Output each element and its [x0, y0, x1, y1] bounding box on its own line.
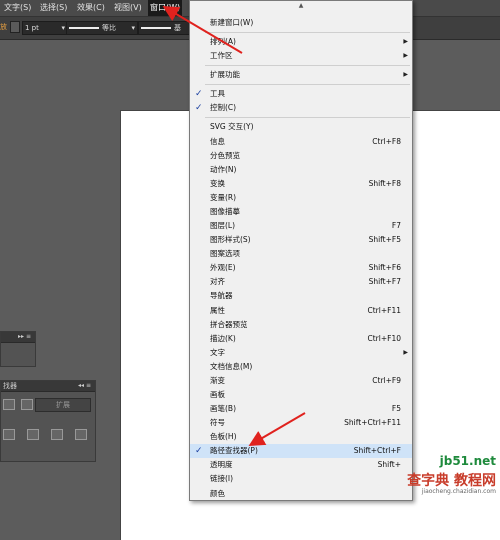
annotation-layer — [162, 5, 306, 447]
annotation-arrow — [162, 5, 243, 54]
annotation-arrow — [248, 412, 306, 447]
